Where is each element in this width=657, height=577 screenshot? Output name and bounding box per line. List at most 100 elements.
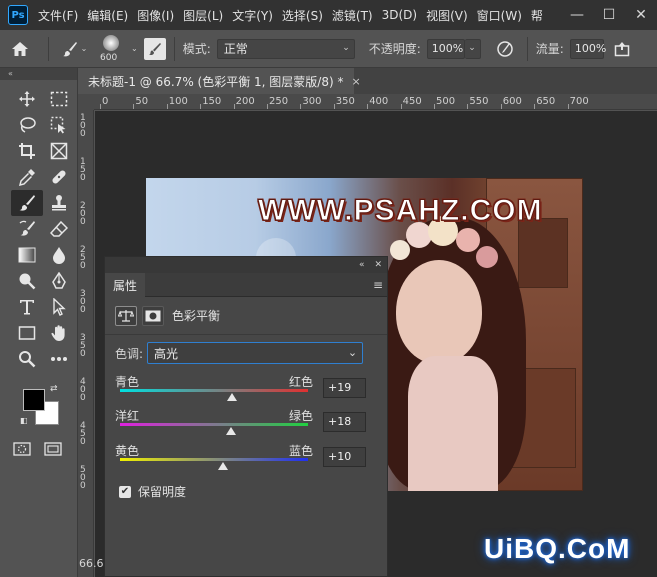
mode-select[interactable]: 正常 ⌄ — [216, 38, 355, 59]
menu-help[interactable]: 帮 — [531, 7, 543, 24]
pressure-opacity-button[interactable] — [491, 35, 519, 63]
menu-type[interactable]: 文字(Y) — [232, 7, 273, 24]
close-window-button[interactable]: ✕ — [625, 0, 657, 30]
document-tab[interactable]: 未标题-1 @ 66.7% (色彩平衡 1, 图层蒙版/8) * × — [78, 68, 361, 94]
bandage-icon — [52, 170, 66, 184]
rectangle-tool[interactable] — [11, 320, 43, 346]
chevron-down-icon[interactable]: ⌄ — [131, 44, 138, 53]
history-brush-tool[interactable] — [11, 216, 43, 242]
move-tool[interactable] — [11, 86, 43, 112]
type-tool[interactable] — [11, 294, 43, 320]
menu-3d[interactable]: 3D(D) — [382, 8, 417, 22]
default-colors-icon[interactable]: ◧ — [20, 416, 28, 425]
flow-input[interactable]: 100% — [569, 38, 606, 59]
ruler-label: 550 — [469, 96, 489, 107]
slider-thumb[interactable] — [225, 427, 236, 435]
opacity-dropdown[interactable]: ⌄ — [464, 38, 481, 59]
tool-grid — [0, 80, 77, 372]
menu-layer[interactable]: 图层(L) — [183, 7, 223, 24]
ruler-label: 50 — [135, 96, 149, 107]
tone-value: 高光 — [154, 346, 179, 361]
ruler-label: 500 — [80, 465, 86, 491]
cyan-red-value-input[interactable]: +19 — [323, 378, 366, 398]
panel-menu-icon[interactable]: ≡ — [373, 278, 383, 292]
brush-tool-icon — [62, 41, 77, 56]
lasso-icon — [20, 117, 36, 133]
ruler-label: 250 — [269, 96, 289, 107]
menu-file[interactable]: 文件(F) — [38, 7, 78, 24]
dodge-tool[interactable] — [11, 268, 43, 294]
face-shape — [396, 260, 482, 364]
zoom-icon — [19, 351, 36, 368]
document-tab-title: 未标题-1 @ 66.7% (色彩平衡 1, 图层蒙版/8) * — [88, 74, 344, 89]
cyan-red-slider: 青色 红色 +19 — [115, 373, 377, 407]
object-selection-tool[interactable] — [43, 112, 75, 138]
tone-select[interactable]: 高光 ⌄ — [147, 342, 364, 364]
brush-tool[interactable] — [11, 190, 43, 216]
screen-mode-button[interactable] — [44, 442, 64, 458]
menu-view[interactable]: 视图(V) — [426, 7, 468, 24]
slider-thumb[interactable] — [218, 462, 229, 470]
cyan-red-track[interactable] — [120, 389, 308, 392]
opacity-input[interactable]: 100% — [426, 38, 465, 59]
brush-tip-icon — [103, 34, 119, 51]
magenta-green-track[interactable] — [120, 423, 308, 426]
ruler-tick — [333, 104, 335, 109]
menu-window[interactable]: 窗口(W) — [477, 7, 522, 24]
clone-stamp-tool[interactable] — [43, 190, 75, 216]
mask-settings-button[interactable] — [142, 305, 164, 326]
ruler-tick — [367, 104, 369, 109]
mode-value: 正常 — [223, 42, 248, 56]
panel-close-icon[interactable]: ✕ — [374, 260, 382, 270]
magenta-green-value-input[interactable]: +18 — [323, 412, 366, 432]
frame-tool[interactable] — [43, 138, 75, 164]
swap-colors-icon[interactable]: ⇄ — [50, 384, 58, 394]
yellow-blue-track[interactable] — [120, 458, 308, 461]
yellow-blue-value-input[interactable]: +10 — [323, 447, 366, 467]
home-button[interactable] — [0, 30, 40, 68]
toolbar-collapse-button[interactable]: « — [0, 68, 77, 80]
edit-toolbar-button[interactable] — [43, 346, 75, 372]
blur-tool[interactable] — [43, 242, 75, 268]
history-brush-icon — [19, 220, 35, 236]
adjustment-title: 色彩平衡 — [172, 309, 221, 323]
adjustment-settings-button[interactable] — [115, 305, 137, 326]
menu-image[interactable]: 图像(I) — [137, 7, 174, 24]
ruler-corner — [78, 94, 94, 110]
eraser-tool[interactable] — [43, 216, 75, 242]
healing-brush-tool[interactable] — [43, 164, 75, 190]
menu-select[interactable]: 选择(S) — [282, 7, 323, 24]
path-selection-tool[interactable] — [43, 294, 75, 320]
ruler-tick — [233, 104, 235, 109]
preserve-luminosity-checkbox[interactable]: ✔ — [119, 485, 131, 498]
close-tab-icon[interactable]: × — [351, 75, 360, 88]
brush-preset-picker[interactable]: ⌄ — [57, 34, 91, 64]
eyedropper-tool[interactable] — [11, 164, 43, 190]
slider-thumb[interactable] — [226, 393, 237, 401]
marquee-tool[interactable] — [43, 86, 75, 112]
gradient-tool[interactable] — [11, 242, 43, 268]
lasso-tool[interactable] — [11, 112, 43, 138]
dodge-icon — [19, 273, 36, 290]
maximize-button[interactable]: ☐ — [593, 0, 625, 30]
brush-panel-toggle[interactable] — [143, 37, 166, 60]
pen-tool[interactable] — [43, 268, 75, 294]
ruler-label: 600 — [502, 96, 522, 107]
foreground-color-swatch[interactable] — [23, 389, 45, 411]
ruler-label: 350 — [80, 333, 86, 359]
ruler-tick — [434, 104, 435, 109]
crop-tool[interactable] — [11, 138, 43, 164]
zoom-tool[interactable] — [11, 346, 43, 372]
options-bar: ⌄ 600 ⌄ 模式: 正常 ⌄ 不透明度: 100% ⌄ 流量: 100% — [0, 30, 657, 68]
panel-collapse-icon[interactable]: « — [359, 260, 365, 270]
menu-filter[interactable]: 滤镜(T) — [332, 7, 373, 24]
minimize-button[interactable]: — — [561, 0, 593, 30]
quick-mask-button[interactable] — [13, 442, 33, 458]
hand-tool[interactable] — [43, 320, 75, 346]
brush-size-picker[interactable]: 600 — [91, 32, 131, 66]
options-extra-button[interactable] — [610, 37, 634, 61]
tab-properties[interactable]: 属性 — [105, 273, 145, 297]
menu-edit[interactable]: 编辑(E) — [87, 7, 128, 24]
magenta-green-slider: 洋红 绿色 +18 — [115, 407, 377, 441]
arrow-cursor-icon — [53, 298, 66, 316]
